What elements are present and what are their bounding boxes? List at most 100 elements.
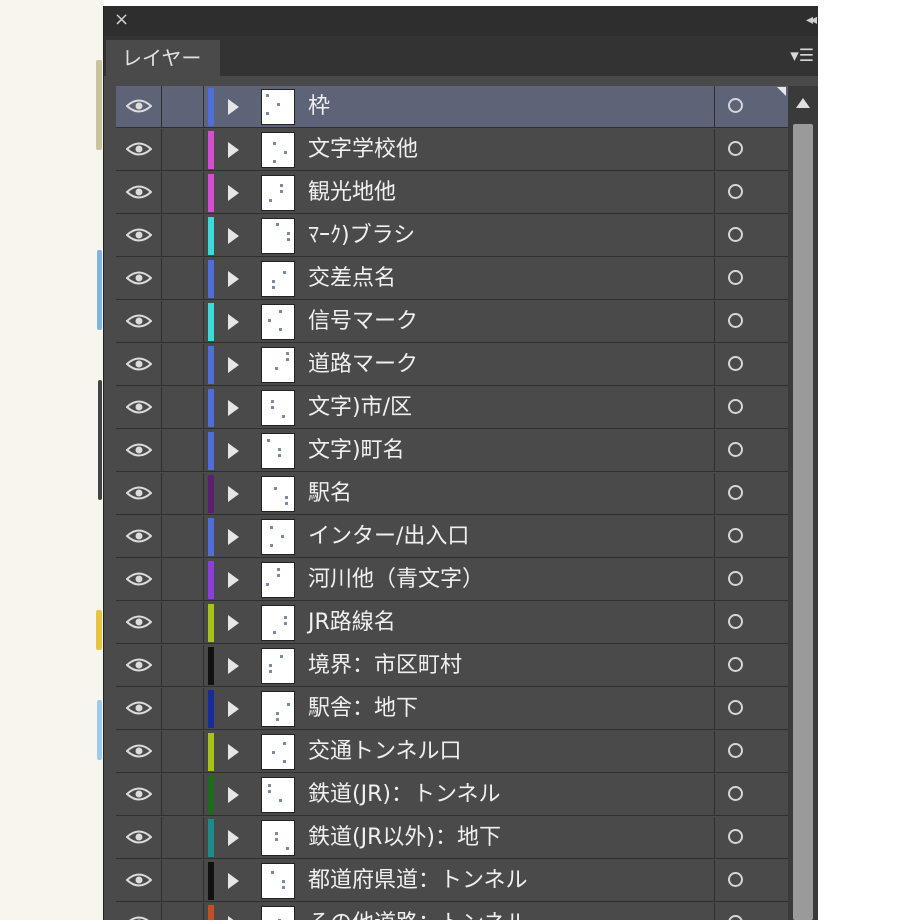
expand-triangle-icon[interactable] [228, 701, 239, 717]
visibility-toggle[interactable] [116, 129, 162, 171]
expand-triangle-icon[interactable] [228, 228, 239, 244]
target-circle-icon[interactable] [728, 786, 743, 801]
visibility-toggle[interactable] [116, 301, 162, 343]
visibility-toggle[interactable] [116, 860, 162, 902]
target-circle-icon[interactable] [728, 141, 743, 156]
visibility-toggle[interactable] [116, 172, 162, 214]
layer-name[interactable]: 交差点名 [308, 258, 396, 300]
target-column[interactable] [714, 516, 788, 558]
lock-toggle[interactable] [162, 430, 204, 472]
target-column[interactable] [714, 129, 788, 171]
target-column[interactable] [714, 731, 788, 773]
target-column[interactable] [714, 387, 788, 429]
visibility-toggle[interactable] [116, 817, 162, 859]
target-circle-icon[interactable] [728, 872, 743, 887]
visibility-toggle[interactable] [116, 344, 162, 386]
layer-row[interactable]: インター/出入口 [116, 516, 788, 558]
target-column[interactable] [714, 301, 788, 343]
visibility-toggle[interactable] [116, 774, 162, 816]
tab-layers[interactable]: レイヤー [106, 40, 220, 76]
layer-name[interactable]: ﾏｰｸ)ブラシ [308, 215, 415, 257]
visibility-toggle[interactable] [116, 559, 162, 601]
target-circle-icon[interactable] [728, 657, 743, 672]
layer-row[interactable]: 信号マーク [116, 301, 788, 343]
close-icon[interactable]: × [114, 9, 129, 31]
collapse-panel-icon[interactable]: ◂◂ [806, 10, 817, 30]
lock-toggle[interactable] [162, 301, 204, 343]
layer-row[interactable]: 河川他（青文字） [116, 559, 788, 601]
target-circle-icon[interactable] [728, 270, 743, 285]
target-column[interactable] [714, 215, 788, 257]
target-circle-icon[interactable] [728, 227, 743, 242]
target-column[interactable] [714, 473, 788, 515]
expand-triangle-icon[interactable] [228, 443, 239, 459]
target-column[interactable] [714, 860, 788, 902]
layer-row[interactable]: ﾏｰｸ)ブラシ [116, 215, 788, 257]
target-circle-icon[interactable] [728, 614, 743, 629]
lock-toggle[interactable] [162, 387, 204, 429]
layer-name[interactable]: インター/出入口 [308, 516, 469, 558]
expand-triangle-icon[interactable] [228, 357, 239, 373]
visibility-toggle[interactable] [116, 215, 162, 257]
expand-triangle-icon[interactable] [228, 572, 239, 588]
lock-toggle[interactable] [162, 172, 204, 214]
target-circle-icon[interactable] [728, 399, 743, 414]
layer-name[interactable]: 文字)市/区 [308, 387, 412, 429]
target-circle-icon[interactable] [728, 313, 743, 328]
layer-name[interactable]: 文字学校他 [308, 129, 418, 171]
layer-row[interactable]: 鉄道(JR)：トンネル [116, 774, 788, 816]
expand-triangle-icon[interactable] [228, 99, 239, 115]
target-column[interactable] [714, 344, 788, 386]
target-circle-icon[interactable] [728, 485, 743, 500]
lock-toggle[interactable] [162, 774, 204, 816]
visibility-toggle[interactable] [116, 688, 162, 730]
layer-row[interactable]: 鉄道(JR以外)：地下 [116, 817, 788, 859]
visibility-toggle[interactable] [116, 602, 162, 644]
lock-toggle[interactable] [162, 731, 204, 773]
layer-row[interactable]: JR路線名 [116, 602, 788, 644]
expand-triangle-icon[interactable] [228, 658, 239, 674]
target-circle-icon[interactable] [728, 571, 743, 586]
layer-name[interactable]: 枠 [308, 86, 330, 128]
expand-triangle-icon[interactable] [228, 314, 239, 330]
expand-triangle-icon[interactable] [228, 271, 239, 287]
lock-toggle[interactable] [162, 860, 204, 902]
layer-row[interactable]: 枠 [116, 86, 788, 128]
target-column[interactable] [714, 774, 788, 816]
lock-toggle[interactable] [162, 86, 204, 128]
visibility-toggle[interactable] [116, 258, 162, 300]
layer-name[interactable]: 鉄道(JR以外)：地下 [308, 817, 501, 859]
lock-toggle[interactable] [162, 817, 204, 859]
target-column[interactable] [714, 602, 788, 644]
layer-row[interactable]: その他道路：トンネル [116, 903, 788, 920]
target-column[interactable] [714, 903, 788, 920]
panel-menu-icon[interactable]: ▾☰ [790, 46, 814, 66]
layer-row[interactable]: 都道府県道：トンネル [116, 860, 788, 902]
layer-name[interactable]: 信号マーク [308, 301, 418, 343]
lock-toggle[interactable] [162, 215, 204, 257]
layer-row[interactable]: 観光地他 [116, 172, 788, 214]
visibility-toggle[interactable] [116, 430, 162, 472]
target-circle-icon[interactable] [728, 98, 743, 113]
panel-title-bar[interactable]: × ◂◂ [104, 6, 818, 36]
target-circle-icon[interactable] [728, 700, 743, 715]
expand-triangle-icon[interactable] [228, 185, 239, 201]
layer-row[interactable]: 境界：市区町村 [116, 645, 788, 687]
layer-row[interactable]: 交差点名 [116, 258, 788, 300]
layer-row[interactable]: 交通トンネル口 [116, 731, 788, 773]
lock-toggle[interactable] [162, 645, 204, 687]
layer-name[interactable]: 都道府県道：トンネル [308, 860, 528, 902]
layer-row[interactable]: 文字)町名 [116, 430, 788, 472]
layer-name[interactable]: 駅舎：地下 [308, 688, 418, 730]
layer-row[interactable]: 文字学校他 [116, 129, 788, 171]
visibility-toggle[interactable] [116, 473, 162, 515]
expand-triangle-icon[interactable] [228, 486, 239, 502]
target-column[interactable] [714, 645, 788, 687]
layer-name[interactable]: 河川他（青文字） [308, 559, 484, 601]
target-column[interactable] [714, 86, 788, 128]
lock-toggle[interactable] [162, 516, 204, 558]
target-column[interactable] [714, 559, 788, 601]
lock-toggle[interactable] [162, 344, 204, 386]
expand-triangle-icon[interactable] [228, 142, 239, 158]
layer-name[interactable]: 鉄道(JR)：トンネル [308, 774, 501, 816]
